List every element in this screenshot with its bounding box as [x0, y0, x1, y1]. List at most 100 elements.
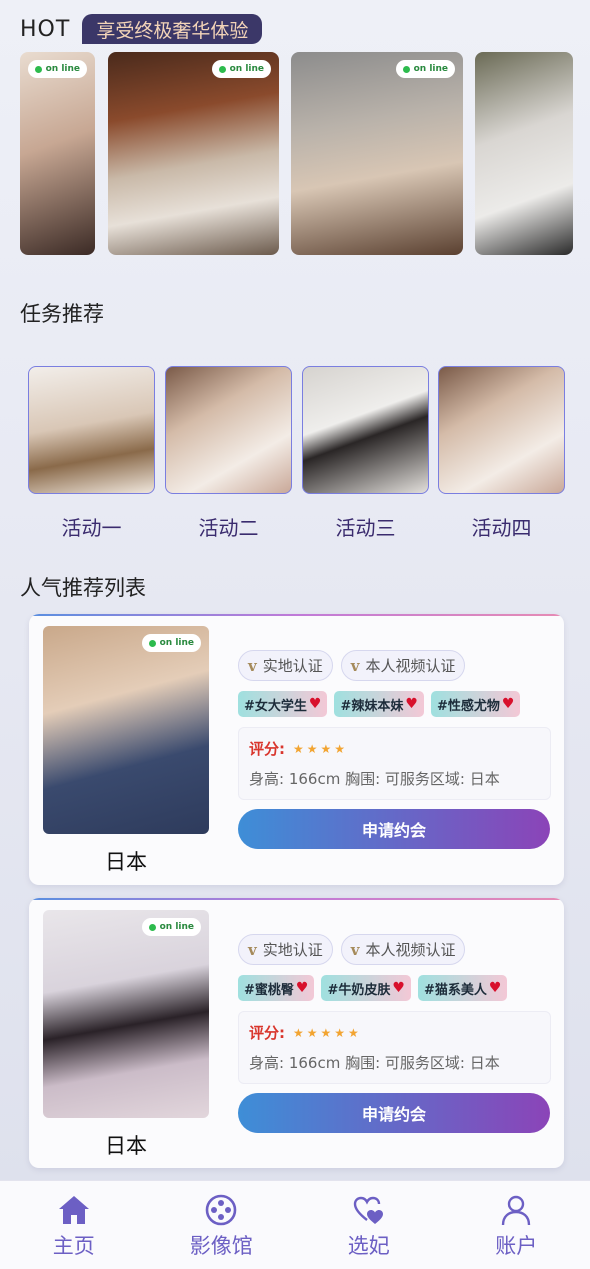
profile-photo[interactable]: on line [43, 910, 209, 1118]
activity-label[interactable]: 活动一 [28, 512, 155, 541]
apply-date-button[interactable]: 申请约会 [238, 809, 550, 849]
nav-label: 影像馆 [189, 1234, 253, 1258]
home-icon [58, 1196, 89, 1224]
activity-image[interactable] [28, 366, 155, 494]
info-box: 评分: ★★★★★ 身高: 166cm 胸围: 可服务区域: 日本 [238, 1011, 551, 1084]
heart-icon: ♥ [501, 696, 515, 712]
star-rating: ★★★★★ [293, 1025, 362, 1040]
verify-badge-video: v 本人视频认证 [340, 650, 466, 681]
online-dot-icon [148, 923, 156, 931]
verify-label: 实地认证 [262, 941, 323, 959]
hot-card[interactable]: on line [20, 52, 95, 255]
nav-label: 选妃 [347, 1234, 390, 1258]
tag: #性感尤物 ♥ [430, 691, 521, 717]
online-badge: on line [395, 60, 455, 78]
score: 评分: ★★★★★ [249, 1022, 540, 1043]
profile-photo[interactable]: on line [43, 626, 209, 834]
activity-image[interactable] [438, 366, 565, 494]
verify-row: v 实地认证 v 本人视频认证 [238, 650, 466, 681]
tag-label: #性感尤物 [436, 698, 500, 714]
online-text: on line [229, 64, 264, 74]
verify-v-icon: v [350, 940, 360, 959]
nav-item-account[interactable]: 账户 [443, 1181, 590, 1269]
tag: #蜜桃臀 ♥ [238, 975, 315, 1001]
tag: #猫系美人 ♥ [417, 975, 508, 1001]
hot-carousel[interactable]: on line on line on line [20, 52, 573, 255]
hot-banner: 享受终极奢华体验 [82, 14, 263, 44]
hearts-icon [353, 1196, 383, 1224]
profile-location: 日本 [105, 1134, 147, 1158]
heart-icon: ♥ [308, 696, 322, 712]
online-text: on line [159, 922, 194, 932]
tag: #牛奶皮肤 ♥ [321, 975, 411, 1001]
verify-v-icon: v [248, 940, 257, 959]
verify-label: 实地认证 [262, 657, 323, 675]
nav-label: 账户 [495, 1234, 538, 1258]
activity-image[interactable] [302, 366, 429, 494]
online-text: on line [45, 64, 80, 74]
star-rating: ★★★★ [293, 741, 349, 756]
hot-card[interactable]: on line [291, 52, 463, 255]
hot-card[interactable]: on line [108, 52, 279, 255]
score-label: 评分: [249, 740, 285, 758]
activity-card-4[interactable]: 活动四 [438, 366, 565, 541]
heart-icon: ♥ [488, 980, 502, 996]
info-box: 评分: ★★★★ 身高: 166cm 胸围: 可服务区域: 日本 [238, 727, 551, 800]
nav-item-select[interactable]: 选妃 [295, 1181, 443, 1269]
film-reel-icon [205, 1194, 237, 1226]
verify-badge-video: v 本人视频认证 [340, 934, 466, 965]
score-label: 评分: [249, 1024, 285, 1042]
online-text: on line [159, 638, 194, 648]
tag-label: #猫系美人 [423, 982, 487, 998]
nav-label: 主页 [52, 1234, 95, 1258]
online-dot-icon [402, 65, 410, 73]
heart-icon: ♥ [405, 696, 418, 712]
verify-badge-onsite: v 实地认证 [238, 650, 333, 681]
hot-label: HOT [20, 16, 71, 42]
activity-image[interactable] [165, 366, 292, 494]
online-badge: on line [141, 918, 201, 936]
tasks-title: 任务推荐 [20, 302, 104, 326]
profile-card[interactable]: on line 日本 v 实地认证 v 本人视频认证 #蜜桃臀 ♥ #牛奶皮肤 ♥ #猫… [29, 898, 564, 1168]
profile-card[interactable]: on line 日本 v 实地认证 v 本人视频认证 #女大学生 ♥ #辣妹本妹 ♥ #… [29, 614, 564, 885]
nav-item-home[interactable]: 主页 [0, 1181, 148, 1269]
online-dot-icon [148, 639, 156, 647]
profile-location: 日本 [105, 850, 147, 874]
heart-icon: ♥ [392, 980, 405, 996]
user-icon [502, 1195, 531, 1226]
online-badge: on line [211, 60, 271, 78]
tag-label: #牛奶皮肤 [327, 982, 391, 998]
activity-label[interactable]: 活动二 [165, 512, 292, 541]
verify-v-icon: v [350, 656, 360, 675]
tag-label: #蜜桃臀 [244, 982, 294, 998]
tag-row: #女大学生 ♥ #辣妹本妹 ♥ #性感尤物 ♥ [238, 691, 521, 717]
bottom-nav: 主页 影像馆 选妃 账户 [0, 1180, 590, 1269]
tag: #女大学生 ♥ [238, 691, 328, 717]
online-dot-icon [218, 65, 226, 73]
verify-v-icon: v [248, 656, 257, 675]
apply-date-button[interactable]: 申请约会 [238, 1093, 550, 1133]
hot-header: HOT 享受终极奢华体验 [20, 14, 263, 44]
activity-card-1[interactable]: 活动一 [28, 366, 155, 541]
online-badge: on line [27, 60, 87, 78]
verify-label: 本人视频认证 [365, 657, 456, 675]
heart-icon: ♥ [295, 980, 309, 996]
online-text: on line [413, 64, 448, 74]
score: 评分: ★★★★ [249, 738, 540, 759]
verify-badge-onsite: v 实地认证 [238, 934, 333, 965]
activity-label[interactable]: 活动四 [438, 512, 565, 541]
online-dot-icon [34, 65, 42, 73]
online-badge: on line [141, 634, 201, 652]
tag-label: #辣妹本妹 [340, 698, 404, 714]
nav-item-gallery[interactable]: 影像馆 [148, 1181, 296, 1269]
tag-label: #女大学生 [244, 698, 307, 714]
activity-card-2[interactable]: 活动二 [165, 366, 292, 541]
popular-title: 人气推荐列表 [20, 576, 146, 600]
profile-detail: 身高: 166cm 胸围: 可服务区域: 日本 [249, 770, 500, 788]
hot-card[interactable] [475, 52, 573, 255]
activity-label[interactable]: 活动三 [302, 512, 429, 541]
profile-detail: 身高: 166cm 胸围: 可服务区域: 日本 [249, 1054, 500, 1072]
activity-card-3[interactable]: 活动三 [302, 366, 429, 541]
verify-row: v 实地认证 v 本人视频认证 [238, 934, 466, 965]
verify-label: 本人视频认证 [365, 941, 456, 959]
